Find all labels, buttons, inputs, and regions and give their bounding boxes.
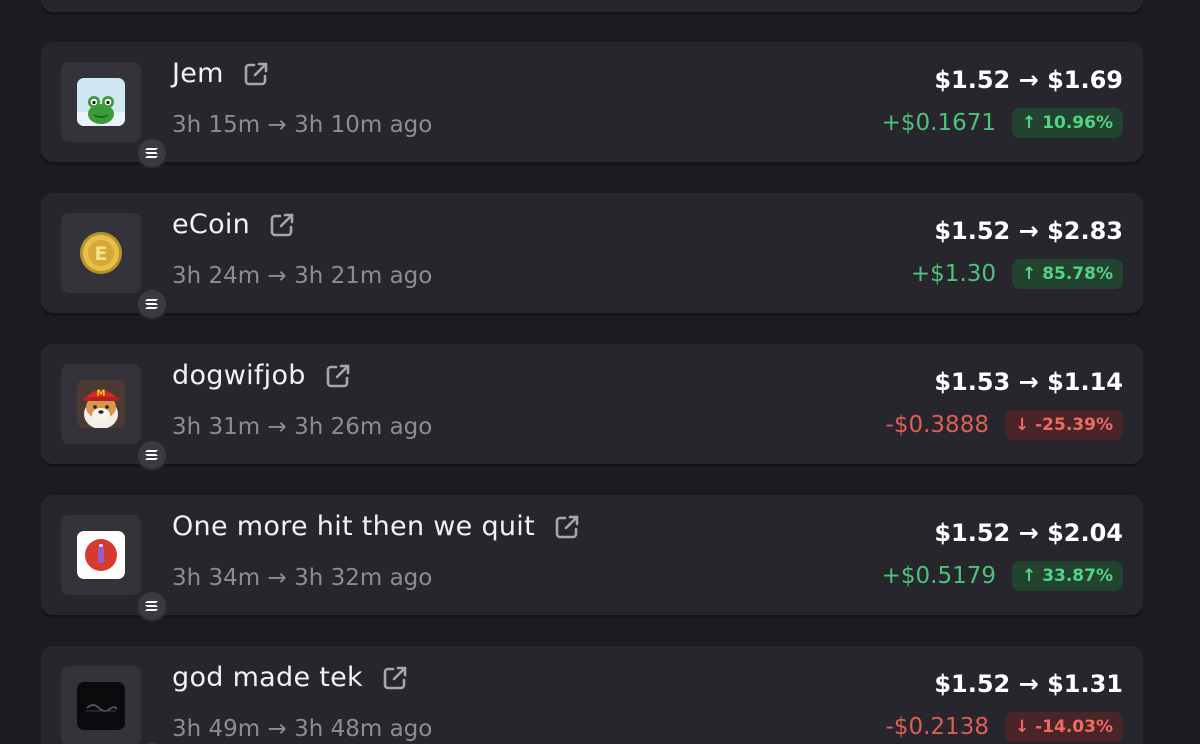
profit-value: -$0.2138 — [885, 714, 989, 740]
price-change: $1.52 → $1.69 — [934, 66, 1123, 94]
token-name: god made tek — [172, 662, 363, 693]
dark-brain-token-icon — [77, 682, 125, 730]
profit-value: -$0.3888 — [885, 412, 989, 438]
token-thumbnail — [61, 62, 168, 169]
token-thumbnail: M — [61, 364, 168, 471]
trade-time-range: 3h 24m → 3h 21m ago — [172, 263, 433, 289]
token-thumbnail — [61, 515, 168, 622]
external-link-icon[interactable] — [242, 60, 270, 88]
external-link-icon[interactable] — [381, 664, 409, 692]
price-change: $1.52 → $2.04 — [934, 519, 1123, 547]
token-name: eCoin — [172, 209, 251, 240]
percent-change-badge: ↑ 10.96% — [1012, 108, 1123, 138]
svg-text:M: M — [97, 389, 106, 399]
solana-chain-icon — [136, 288, 168, 320]
external-link-icon[interactable] — [268, 211, 296, 239]
token-name: One more hit then we quit — [172, 511, 535, 542]
trade-card[interactable]: E eCoin 3h 24m → 3h 21m ago $1.52 → $2.8… — [41, 193, 1143, 320]
token-name: dogwifjob — [172, 360, 306, 391]
profit-value: +$0.5179 — [881, 563, 997, 589]
percent-change-badge: ↑ 33.87% — [1012, 561, 1123, 591]
trade-card[interactable]: One more hit then we quit 3h 34m → 3h 32… — [41, 495, 1143, 622]
percent-change-badge: ↓ -14.03% — [1004, 712, 1123, 742]
dog-cap-token-icon: M — [77, 380, 125, 428]
trade-card-partial[interactable] — [41, 0, 1143, 12]
price-change: $1.52 → $1.31 — [934, 670, 1123, 698]
trade-history-list: Jem 3h 15m → 3h 10m ago $1.52 → $1.69 +$… — [0, 0, 1200, 744]
trade-time-range: 3h 49m → 3h 48m ago — [172, 716, 433, 742]
external-link-icon[interactable] — [324, 362, 352, 390]
trade-time-range: 3h 31m → 3h 26m ago — [172, 414, 433, 440]
percent-change-badge: ↓ -25.39% — [1004, 410, 1123, 440]
token-name: Jem — [172, 58, 224, 89]
profit-value: +$0.1671 — [881, 110, 997, 136]
token-thumbnail: E — [61, 213, 168, 320]
trade-time-range: 3h 34m → 3h 32m ago — [172, 565, 433, 591]
external-link-icon[interactable] — [553, 513, 581, 541]
solana-chain-icon — [136, 590, 168, 622]
trade-time-range: 3h 15m → 3h 10m ago — [172, 112, 433, 138]
trade-card[interactable]: M dogwifjob 3h 31m → 3h 26m ago $1.53 → … — [41, 344, 1143, 471]
token-thumbnail — [61, 666, 168, 744]
price-change: $1.53 → $1.14 — [934, 368, 1123, 396]
gold-coin-token-icon: E — [77, 229, 125, 277]
frog-token-icon — [77, 78, 125, 126]
trade-card[interactable]: god made tek 3h 49m → 3h 48m ago $1.52 →… — [41, 646, 1143, 744]
solana-chain-icon — [136, 439, 168, 471]
profit-value: +$1.30 — [910, 261, 997, 287]
percent-change-badge: ↑ 85.78% — [1012, 259, 1123, 289]
svg-text:E: E — [95, 243, 108, 265]
trade-card[interactable]: Jem 3h 15m → 3h 10m ago $1.52 → $1.69 +$… — [41, 42, 1143, 169]
red-circle-token-icon — [77, 531, 125, 579]
price-change: $1.52 → $2.83 — [934, 217, 1123, 245]
solana-chain-icon — [136, 137, 168, 169]
